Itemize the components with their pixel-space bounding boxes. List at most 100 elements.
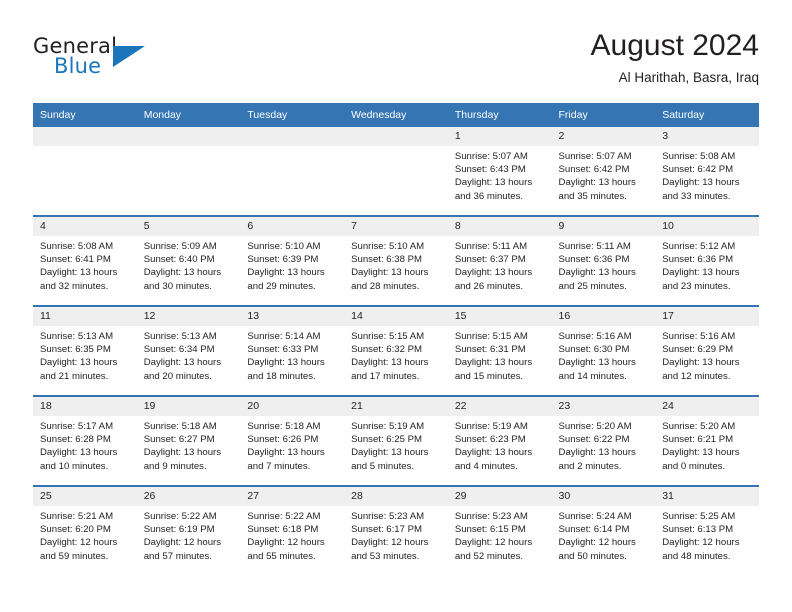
calendar-day-cell[interactable]: 6 Sunrise: 5:10 AM Sunset: 6:39 PM Daylight…: [240, 215, 345, 306]
calendar-day-cell[interactable]: 7 Sunrise: 5:10 AM Sunset: 6:38 PM Daylight…: [344, 215, 448, 306]
sunrise-text: Sunrise: 5:10 AM: [247, 241, 321, 252]
sunset-text: Sunset: 6:31 PM: [454, 344, 526, 356]
day-number: 17: [655, 307, 759, 326]
day-cell-inner: 19 Sunrise: 5:18 AM Sunset: 6:27 PM Dayligh…: [136, 397, 241, 485]
calendar-day-cell[interactable]: 25 Sunrise: 5:21 AM Sunset: 6:20 PM Dayligh…: [33, 485, 137, 575]
sunrise-text: Sunrise: 5:19 AM: [351, 421, 425, 432]
day-sun-info: Sunrise: 5:13 AM Sunset: 6:34 PM Daylight:…: [137, 326, 241, 383]
sunrise-text: Sunrise: 5:24 AM: [558, 511, 632, 522]
sunset-text: Sunset: 6:43 PM: [454, 164, 526, 176]
sunrise-text: Sunrise: 5:15 AM: [351, 331, 425, 342]
calendar-week-row: 11 Sunrise: 5:13 AM Sunset: 6:35 PM Dayligh…: [33, 305, 759, 396]
sunrise-text: Sunrise: 5:18 AM: [143, 421, 217, 432]
calendar-day-cell: [344, 127, 448, 216]
calendar-day-cell[interactable]: 31 Sunrise: 5:25 AM Sunset: 6:13 PM Dayligh…: [655, 485, 759, 575]
calendar-day-cell[interactable]: 11 Sunrise: 5:13 AM Sunset: 6:35 PM Dayligh…: [33, 305, 137, 396]
sunset-text: Sunset: 6:34 PM: [143, 344, 215, 356]
day-sun-info: Sunrise: 5:12 AM Sunset: 6:36 PM Daylight:…: [655, 236, 759, 293]
calendar-day-cell[interactable]: 27 Sunrise: 5:22 AM Sunset: 6:18 PM Dayligh…: [240, 485, 345, 575]
calendar-day-cell[interactable]: 26 Sunrise: 5:22 AM Sunset: 6:19 PM Dayligh…: [136, 485, 241, 575]
brand-logo[interactable]: General Blue: [33, 34, 233, 88]
sunrise-text: Sunrise: 5:07 AM: [558, 151, 632, 162]
day-cell-inner: 18 Sunrise: 5:17 AM Sunset: 6:28 PM Dayligh…: [33, 397, 137, 485]
day-number: 15: [447, 307, 552, 326]
daylight-text-line1: Daylight: 13 hours: [662, 267, 740, 279]
daylight-text-line2: and 30 minutes.: [143, 280, 212, 292]
day-cell-inner: 17 Sunrise: 5:16 AM Sunset: 6:29 PM Dayligh…: [655, 307, 759, 395]
sunrise-text: Sunrise: 5:15 AM: [454, 331, 528, 342]
calendar-day-cell[interactable]: 20 Sunrise: 5:18 AM Sunset: 6:26 PM Dayligh…: [240, 395, 345, 486]
calendar-day-cell[interactable]: 21 Sunrise: 5:19 AM Sunset: 6:25 PM Dayligh…: [344, 395, 448, 486]
daylight-text-line1: Daylight: 13 hours: [558, 177, 636, 189]
calendar-day-cell[interactable]: 4 Sunrise: 5:08 AM Sunset: 6:41 PM Daylight…: [33, 215, 137, 306]
day-number: 27: [240, 487, 345, 506]
calendar-day-cell[interactable]: 14 Sunrise: 5:15 AM Sunset: 6:32 PM Dayligh…: [344, 305, 448, 396]
calendar-day-cell[interactable]: 8 Sunrise: 5:11 AM Sunset: 6:37 PM Daylight…: [447, 215, 552, 306]
sunrise-text: Sunrise: 5:23 AM: [351, 511, 425, 522]
daylight-text-line1: Daylight: 13 hours: [558, 357, 636, 369]
day-number: 26: [136, 487, 241, 506]
day-number: 20: [240, 397, 345, 416]
calendar-day-cell: [240, 127, 345, 216]
calendar-day-cell[interactable]: 10 Sunrise: 5:12 AM Sunset: 6:36 PM Dayligh…: [655, 215, 759, 306]
calendar-day-cell[interactable]: 29 Sunrise: 5:23 AM Sunset: 6:15 PM Dayligh…: [447, 485, 552, 575]
sunrise-text: Sunrise: 5:11 AM: [558, 241, 631, 252]
calendar-day-cell[interactable]: 15 Sunrise: 5:15 AM Sunset: 6:31 PM Dayligh…: [447, 305, 552, 396]
calendar-day-cell[interactable]: 16 Sunrise: 5:16 AM Sunset: 6:30 PM Dayligh…: [551, 305, 656, 396]
day-number: [344, 127, 448, 146]
calendar-day-cell[interactable]: 18 Sunrise: 5:17 AM Sunset: 6:28 PM Dayligh…: [33, 395, 137, 486]
daylight-text-line2: and 17 minutes.: [351, 370, 420, 382]
calendar-day-cell[interactable]: 1 Sunrise: 5:07 AM Sunset: 6:43 PM Daylight…: [447, 127, 552, 216]
sunrise-text: Sunrise: 5:25 AM: [662, 511, 736, 522]
calendar-day-cell[interactable]: 23 Sunrise: 5:20 AM Sunset: 6:22 PM Dayligh…: [551, 395, 656, 486]
calendar-day-cell[interactable]: 17 Sunrise: 5:16 AM Sunset: 6:29 PM Dayligh…: [655, 305, 759, 396]
daylight-text-line1: Daylight: 13 hours: [662, 357, 740, 369]
weekday-header-tuesday: Tuesday: [240, 103, 345, 127]
calendar-day-cell[interactable]: 5 Sunrise: 5:09 AM Sunset: 6:40 PM Daylight…: [136, 215, 241, 306]
calendar-day-cell[interactable]: 19 Sunrise: 5:18 AM Sunset: 6:27 PM Dayligh…: [136, 395, 241, 486]
calendar-day-cell[interactable]: 30 Sunrise: 5:24 AM Sunset: 6:14 PM Dayligh…: [551, 485, 656, 575]
sunrise-text: Sunrise: 5:22 AM: [143, 511, 217, 522]
daylight-text-line2: and 20 minutes.: [143, 370, 212, 382]
calendar-day-cell[interactable]: 22 Sunrise: 5:19 AM Sunset: 6:23 PM Dayligh…: [447, 395, 552, 486]
day-sun-info: Sunrise: 5:18 AM Sunset: 6:27 PM Daylight:…: [137, 416, 241, 473]
weekday-header-saturday: Saturday: [655, 103, 759, 127]
day-cell-inner: 3 Sunrise: 5:08 AM Sunset: 6:42 PM Daylight…: [655, 127, 759, 215]
day-sun-info: Sunrise: 5:15 AM Sunset: 6:31 PM Daylight:…: [448, 326, 552, 383]
day-sun-info: Sunrise: 5:23 AM Sunset: 6:17 PM Daylight:…: [344, 506, 448, 563]
daylight-text-line1: Daylight: 13 hours: [143, 447, 222, 459]
day-cell-inner: 15 Sunrise: 5:15 AM Sunset: 6:31 PM Dayligh…: [447, 307, 552, 395]
day-number: 4: [33, 217, 137, 236]
calendar-day-cell[interactable]: 3 Sunrise: 5:08 AM Sunset: 6:42 PM Daylight…: [655, 127, 759, 216]
day-cell-inner: 6 Sunrise: 5:10 AM Sunset: 6:39 PM Daylight…: [240, 217, 345, 305]
sunset-text: Sunset: 6:27 PM: [143, 434, 215, 446]
day-sun-info: Sunrise: 5:23 AM Sunset: 6:15 PM Daylight:…: [448, 506, 552, 563]
day-cell-inner: [136, 127, 241, 215]
daylight-text-line1: Daylight: 13 hours: [351, 357, 429, 369]
calendar-day-cell[interactable]: 13 Sunrise: 5:14 AM Sunset: 6:33 PM Dayligh…: [240, 305, 345, 396]
day-number: 29: [447, 487, 552, 506]
day-number: [33, 127, 137, 146]
calendar-day-cell[interactable]: 12 Sunrise: 5:13 AM Sunset: 6:34 PM Dayligh…: [136, 305, 241, 396]
day-cell-inner: 23 Sunrise: 5:20 AM Sunset: 6:22 PM Dayligh…: [551, 397, 656, 485]
day-number: 19: [136, 397, 241, 416]
calendar-day-cell[interactable]: 28 Sunrise: 5:23 AM Sunset: 6:17 PM Dayligh…: [344, 485, 448, 575]
calendar-page: General Blue August 2024 Al Harithah, Ba…: [0, 0, 792, 612]
sunrise-text: Sunrise: 5:23 AM: [454, 511, 528, 522]
sunset-text: Sunset: 6:15 PM: [454, 524, 526, 536]
daylight-text-line2: and 5 minutes.: [351, 460, 415, 472]
day-sun-info: Sunrise: 5:11 AM Sunset: 6:37 PM Daylight:…: [448, 236, 552, 293]
day-cell-inner: 2 Sunrise: 5:07 AM Sunset: 6:42 PM Daylight…: [551, 127, 656, 215]
daylight-text-line1: Daylight: 12 hours: [351, 537, 429, 549]
day-sun-info: Sunrise: 5:07 AM Sunset: 6:43 PM Daylight:…: [448, 146, 552, 203]
calendar-day-cell[interactable]: 2 Sunrise: 5:07 AM Sunset: 6:42 PM Daylight…: [551, 127, 656, 216]
calendar-day-cell[interactable]: 24 Sunrise: 5:20 AM Sunset: 6:21 PM Dayligh…: [655, 395, 759, 486]
calendar-day-cell[interactable]: 9 Sunrise: 5:11 AM Sunset: 6:36 PM Daylight…: [551, 215, 656, 306]
daylight-text-line2: and 10 minutes.: [40, 460, 109, 472]
day-number: 10: [655, 217, 759, 236]
day-cell-inner: 29 Sunrise: 5:23 AM Sunset: 6:15 PM Dayligh…: [447, 487, 552, 575]
day-cell-inner: [33, 127, 137, 215]
day-sun-info: Sunrise: 5:16 AM Sunset: 6:29 PM Daylight:…: [655, 326, 759, 383]
calendar-week-row: 4 Sunrise: 5:08 AM Sunset: 6:41 PM Daylight…: [33, 215, 759, 306]
sunset-text: Sunset: 6:20 PM: [40, 524, 111, 536]
